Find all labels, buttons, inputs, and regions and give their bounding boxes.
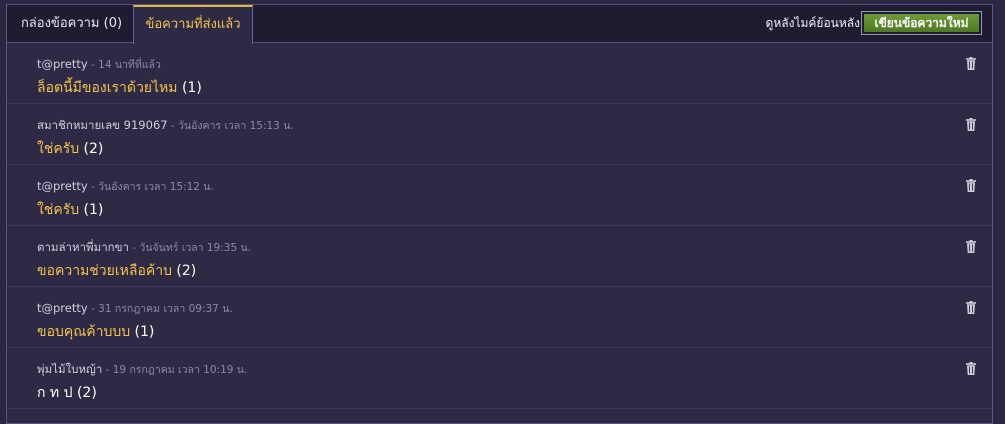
- message-time: วันอังคาร เวลา 15:13 น.: [178, 120, 294, 132]
- message-meta: ตามล่าหาพี่มากขา - วันจันทร์ เวลา 19:35 …: [37, 239, 251, 257]
- message-time: วันอังคาร เวลา 15:12 น.: [98, 181, 214, 193]
- tab-bar: กล่องข้อความ (0) ข้อความที่ส่งแล้ว ดูหลั…: [7, 5, 992, 44]
- message-meta: t@pretty - 14 นาทีที่แล้ว: [37, 56, 161, 73]
- meta-separator: -: [167, 120, 179, 132]
- subject-title[interactable]: ใช่ครับ: [37, 141, 79, 157]
- subject-title[interactable]: ใช่ครับ: [37, 202, 79, 218]
- subject-title[interactable]: ขอความช่วยเหลือค้าบ: [37, 263, 172, 279]
- message-subject[interactable]: ก ท ป (2): [37, 382, 97, 404]
- meta-separator: -: [102, 364, 113, 376]
- trash-icon[interactable]: [966, 301, 976, 314]
- meta-separator: -: [87, 303, 99, 315]
- compose-button-frame: เขียนข้อความใหม่: [861, 11, 982, 35]
- message-meta: พุ่มไม้ใบหญ้า - 19 กรกฎาคม เวลา 10:19 น.: [37, 361, 247, 379]
- trash-icon[interactable]: [966, 179, 976, 192]
- message-list: t@pretty - 14 นาทีที่แล้ว ล็อตนี้มีของเร…: [7, 43, 992, 409]
- message-row[interactable]: พุ่มไม้ใบหญ้า - 19 กรกฎาคม เวลา 10:19 น.…: [7, 348, 992, 409]
- message-row[interactable]: t@pretty - 14 นาทีที่แล้ว ล็อตนี้มีของเร…: [7, 43, 992, 104]
- meta-separator: -: [87, 59, 99, 71]
- message-time: 14 นาทีที่แล้ว: [98, 59, 161, 71]
- message-row[interactable]: t@pretty - วันอังคาร เวลา 15:12 น. ใช่คร…: [7, 165, 992, 226]
- subject-title[interactable]: ขอบคุณค้าบบบ: [37, 324, 130, 340]
- trash-icon[interactable]: [966, 240, 976, 253]
- timeline-link[interactable]: ดูหลังไมค์ย้อนหลัง: [766, 5, 860, 42]
- sender-name[interactable]: ตามล่าหาพี่มากขา: [37, 240, 129, 254]
- message-subject[interactable]: ขอความช่วยเหลือค้าบ (2): [37, 260, 196, 282]
- compose-button[interactable]: เขียนข้อความใหม่: [864, 14, 979, 32]
- message-time: 19 กรกฎาคม เวลา 10:19 น.: [112, 364, 248, 376]
- subject-title[interactable]: ล็อตนี้มีของเราด้วยไหม: [37, 80, 178, 96]
- message-meta: t@pretty - 31 กรกฎาคม เวลา 09:37 น.: [37, 300, 233, 317]
- reply-count: (2): [72, 385, 97, 401]
- tab-sent[interactable]: ข้อความที่ส่งแล้ว: [133, 5, 253, 44]
- message-subject[interactable]: ใช่ครับ (2): [37, 138, 103, 160]
- message-subject[interactable]: ล็อตนี้มีของเราด้วยไหม (1): [37, 77, 202, 99]
- message-subject[interactable]: ขอบคุณค้าบบบ (1): [37, 321, 154, 343]
- reply-count: (1): [177, 80, 202, 96]
- meta-separator: -: [128, 242, 140, 254]
- reply-count: (2): [171, 263, 197, 279]
- reply-count: (2): [79, 141, 104, 157]
- trash-icon[interactable]: [966, 57, 976, 70]
- message-meta: t@pretty - วันอังคาร เวลา 15:12 น.: [37, 178, 214, 195]
- messages-panel: กล่องข้อความ (0) ข้อความที่ส่งแล้ว ดูหลั…: [6, 4, 993, 424]
- reply-count: (1): [79, 202, 104, 218]
- message-time: วันจันทร์ เวลา 19:35 น.: [139, 242, 251, 254]
- sender-name[interactable]: สมาชิกหมายเลข 919067: [37, 118, 168, 132]
- sender-name[interactable]: t@pretty: [37, 179, 88, 193]
- message-row[interactable]: t@pretty - 31 กรกฎาคม เวลา 09:37 น. ขอบค…: [7, 287, 992, 348]
- message-subject[interactable]: ใช่ครับ (1): [37, 199, 103, 221]
- trash-icon[interactable]: [966, 362, 976, 375]
- message-meta: สมาชิกหมายเลข 919067 - วันอังคาร เวลา 15…: [37, 117, 294, 135]
- message-row[interactable]: ตามล่าหาพี่มากขา - วันจันทร์ เวลา 19:35 …: [7, 226, 992, 287]
- sender-name[interactable]: t@pretty: [37, 57, 88, 71]
- message-time: 31 กรกฎาคม เวลา 09:37 น.: [98, 303, 233, 315]
- trash-icon[interactable]: [966, 118, 976, 131]
- tab-inbox[interactable]: กล่องข้อความ (0): [11, 5, 132, 42]
- sender-name[interactable]: พุ่มไม้ใบหญ้า: [37, 362, 102, 376]
- reply-count: (1): [130, 324, 155, 340]
- meta-separator: -: [87, 181, 99, 193]
- message-row[interactable]: สมาชิกหมายเลข 919067 - วันอังคาร เวลา 15…: [7, 104, 992, 165]
- subject-title[interactable]: ก ท ป: [37, 385, 73, 401]
- sender-name[interactable]: t@pretty: [37, 301, 88, 315]
